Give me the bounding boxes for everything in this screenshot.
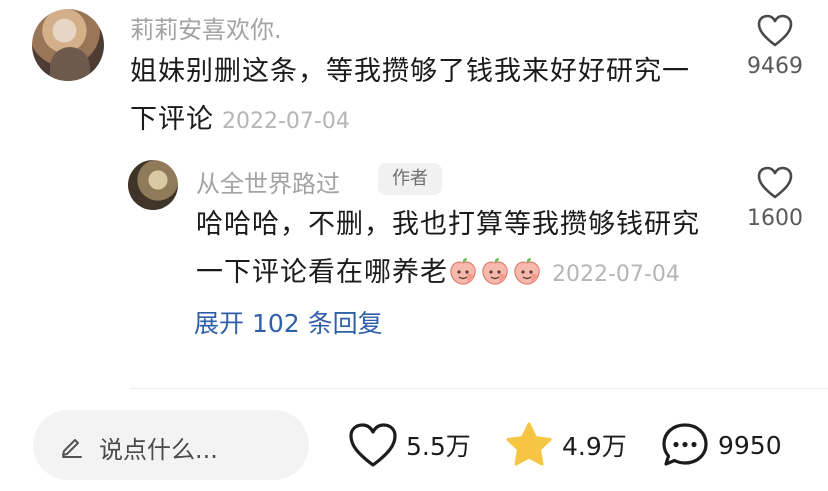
commenter-username[interactable]: 莉莉安喜欢你.: [130, 10, 282, 45]
comment-like-button[interactable]: 9469: [730, 14, 820, 79]
heart-icon: [757, 166, 793, 199]
comment-section: 莉莉安喜欢你. 姐妹别删这条，等我攒够了钱我来好好研究一下评论 2022-07-0…: [0, 0, 828, 491]
reply-text[interactable]: 哈哈哈，不删，我也打算等我攒够钱研究一下评论看在哪养老 2022-07-04: [196, 201, 716, 299]
divider: [130, 388, 828, 389]
commenter-avatar[interactable]: [32, 9, 104, 81]
heart-icon: [349, 423, 397, 467]
comment-text[interactable]: 姐妹别删这条，等我攒够了钱我来好好研究一下评论 2022-07-04: [130, 48, 710, 146]
reply-avatar[interactable]: [128, 160, 178, 210]
comment-count: 9950: [718, 430, 782, 460]
chat-bubble-icon: [662, 423, 708, 466]
peach-emoji: [514, 258, 540, 285]
comment-like-count: 9469: [747, 54, 803, 79]
comment-input-placeholder: 说点什么...: [99, 436, 218, 464]
favorite-button[interactable]: 4.9万: [504, 418, 627, 472]
reply-date: 2022-07-04: [552, 262, 680, 287]
post-like-count: 5.5万: [406, 432, 471, 461]
heart-icon: [757, 14, 793, 47]
expand-replies-link[interactable]: 展开 102 条回复: [194, 304, 383, 340]
reply-like-count: 1600: [747, 206, 803, 231]
star-icon: [506, 422, 552, 466]
comment-input[interactable]: 说点什么...: [33, 410, 309, 480]
post-like-button[interactable]: 5.5万: [348, 418, 471, 472]
comments-button[interactable]: 9950: [660, 418, 782, 472]
favorite-count: 4.9万: [562, 432, 627, 461]
comment-body: 姐妹别删这条，等我攒够了钱我来好好研究一下评论: [130, 56, 690, 135]
pen-icon: [62, 439, 82, 458]
reply-like-button[interactable]: 1600: [730, 166, 820, 231]
emoji-group: [448, 257, 544, 288]
comment-date: 2022-07-04: [222, 109, 350, 134]
peach-emoji: [482, 258, 508, 285]
peach-emoji: [450, 258, 476, 285]
reply-username[interactable]: 从全世界路过: [196, 164, 340, 199]
author-badge: 作者: [378, 163, 442, 195]
